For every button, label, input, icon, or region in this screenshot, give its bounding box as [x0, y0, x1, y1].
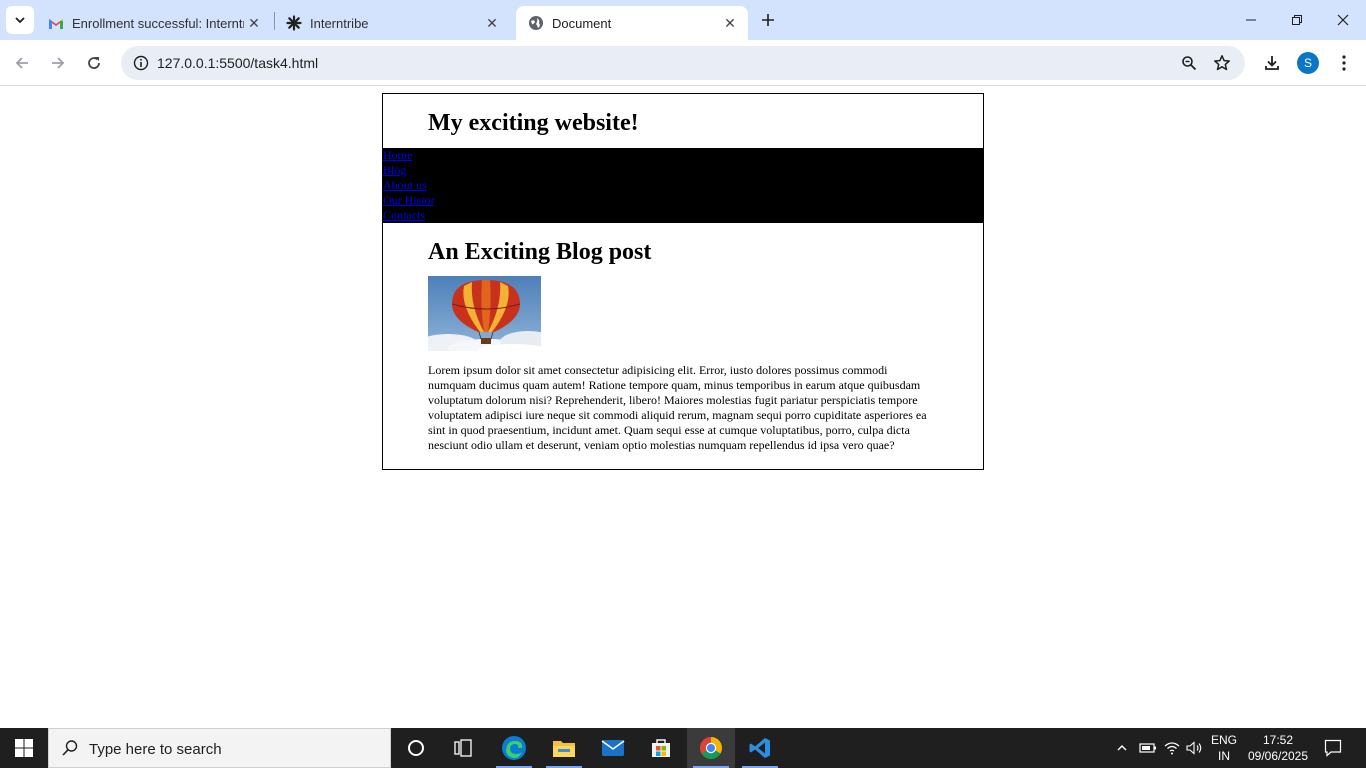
- tab-title: Interntribe: [310, 15, 369, 31]
- nav-link-contacts[interactable]: Contacts: [383, 208, 425, 223]
- start-button[interactable]: [0, 728, 48, 768]
- site-nav: Home Blog About us Our History Contacts: [383, 148, 983, 223]
- nav-link-blog[interactable]: Blog: [383, 163, 406, 178]
- chevron-down-icon: [15, 17, 25, 24]
- show-hidden-icons-button[interactable]: [1114, 728, 1130, 768]
- speaker-icon: [1186, 741, 1202, 755]
- language-indicator[interactable]: ENG IN: [1208, 732, 1240, 764]
- taskbar-file-explorer[interactable]: [540, 728, 588, 768]
- download-icon: [1265, 56, 1279, 70]
- clock-time: 17:52: [1262, 733, 1294, 747]
- restore-icon: [1292, 15, 1302, 25]
- windows-logo-icon: [15, 739, 33, 757]
- tab-enrollment[interactable]: Enrollment successful: Interntrib ✕: [36, 6, 272, 40]
- interntribe-icon: [286, 15, 302, 31]
- taskbar-vscode[interactable]: [736, 728, 784, 768]
- post-image: [428, 276, 541, 351]
- nav-link-history[interactable]: Our History: [383, 193, 435, 208]
- close-tab-icon[interactable]: ✕: [720, 13, 740, 33]
- close-window-button[interactable]: [1320, 0, 1366, 40]
- taskbar-mail[interactable]: [589, 728, 637, 768]
- search-placeholder: Type here to search: [89, 741, 222, 758]
- cortana-button[interactable]: [392, 728, 440, 768]
- close-tab-icon[interactable]: ✕: [482, 13, 502, 33]
- volume-button[interactable]: [1185, 728, 1205, 768]
- profile-avatar[interactable]: S: [1297, 52, 1319, 74]
- zoom-icon[interactable]: [1177, 51, 1201, 75]
- taskbar-search-box[interactable]: Type here to search: [48, 728, 391, 768]
- tab-document[interactable]: Document ✕: [516, 6, 748, 40]
- plus-icon: [762, 14, 774, 26]
- action-center-button[interactable]: [1318, 728, 1348, 768]
- close-icon: [1337, 14, 1349, 26]
- search-icon: [62, 740, 78, 756]
- new-tab-button[interactable]: [756, 8, 780, 32]
- url-text[interactable]: 127.0.0.1:5500/task4.html: [157, 55, 318, 71]
- clock-date: 09/06/2025: [1247, 749, 1309, 763]
- restore-button[interactable]: [1274, 0, 1320, 40]
- arrow-right-icon: [52, 57, 65, 69]
- arrow-left-icon: [15, 57, 28, 69]
- reload-button[interactable]: [80, 49, 108, 77]
- site-title: My exciting website!: [428, 110, 639, 136]
- region-code: IN: [1218, 749, 1230, 763]
- address-bar[interactable]: 127.0.0.1:5500/task4.html: [121, 46, 1245, 80]
- bookmark-star-icon[interactable]: [1210, 51, 1234, 75]
- clock[interactable]: 17:52 09/06/2025: [1242, 732, 1314, 764]
- taskbar: Type here to search ENG IN 17:52 09/06/2…: [0, 728, 1366, 768]
- vscode-icon: [749, 738, 770, 758]
- taskbar-chrome[interactable]: [687, 728, 735, 768]
- minimize-icon: [1246, 19, 1256, 21]
- minimize-button[interactable]: [1228, 0, 1274, 40]
- taskbar-store[interactable]: [637, 728, 685, 768]
- edge-icon: [502, 736, 526, 760]
- cortana-icon: [408, 740, 424, 756]
- site-header: My exciting website!: [383, 94, 983, 148]
- forward-button[interactable]: [44, 49, 72, 77]
- site-info-icon[interactable]: [129, 51, 153, 75]
- taskbar-edge[interactable]: [490, 728, 538, 768]
- nav-link-about[interactable]: About us: [383, 178, 427, 193]
- battery-icon: [1139, 743, 1156, 753]
- tab-strip: Enrollment successful: Interntrib ✕ Inte…: [0, 0, 1366, 40]
- wifi-icon: [1164, 742, 1180, 755]
- task-view-button[interactable]: [440, 728, 488, 768]
- post-title: An Exciting Blog post: [428, 239, 652, 265]
- mail-icon: [601, 740, 625, 756]
- site-container: My exciting website! Home Blog About us …: [382, 93, 984, 470]
- back-button[interactable]: [8, 49, 36, 77]
- folder-icon: [553, 741, 575, 757]
- hot-air-balloon-image: [428, 276, 541, 351]
- store-icon: [652, 739, 670, 757]
- tab-interntribe[interactable]: Interntribe ✕: [274, 6, 510, 40]
- tab-title: Document: [552, 15, 612, 31]
- close-tab-icon[interactable]: ✕: [244, 13, 264, 33]
- network-button[interactable]: [1162, 728, 1182, 768]
- tab-title: Enrollment successful: Interntrib: [72, 15, 244, 31]
- more-vert-icon: [1342, 55, 1346, 71]
- chrome-icon: [700, 737, 722, 759]
- reload-icon: [88, 57, 100, 69]
- notification-icon: [1324, 739, 1342, 757]
- post-body: Lorem ipsum dolor sit amet consectetur a…: [428, 363, 927, 452]
- browser-toolbar: 127.0.0.1:5500/task4.html S: [0, 40, 1366, 86]
- menu-button[interactable]: [1330, 49, 1358, 77]
- gmail-icon: [48, 15, 64, 31]
- page-viewport: My exciting website! Home Blog About us …: [0, 87, 1366, 728]
- battery-button[interactable]: [1138, 728, 1158, 768]
- tab-search-button[interactable]: [6, 6, 34, 34]
- chevron-up-icon: [1117, 745, 1127, 751]
- nav-link-home[interactable]: Home: [383, 148, 412, 163]
- language-code: ENG: [1210, 733, 1237, 747]
- globe-icon: [528, 15, 544, 31]
- task-view-icon: [454, 739, 472, 757]
- downloads-button[interactable]: [1258, 49, 1286, 77]
